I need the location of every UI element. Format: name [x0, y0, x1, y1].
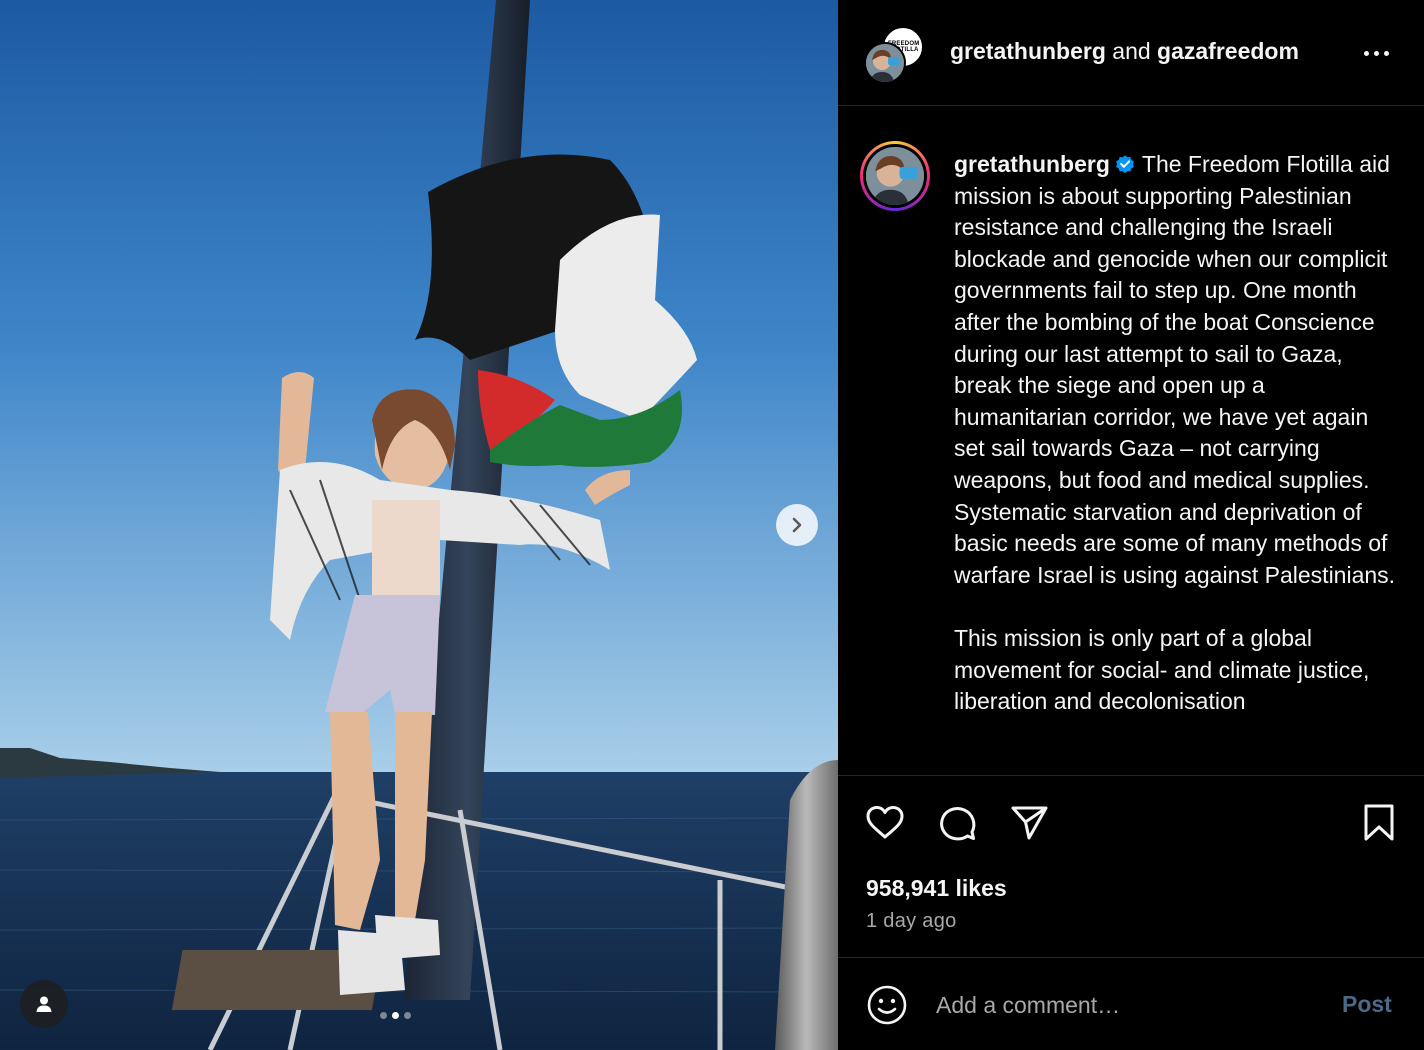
ellipsis-icon [1363, 50, 1369, 56]
chevron-right-icon [792, 517, 802, 533]
comment-button[interactable] [936, 802, 978, 844]
gretathunberg-avatar[interactable] [864, 42, 906, 84]
caption-paragraph-1: The Freedom Flotilla aid mission is abou… [954, 151, 1396, 588]
post-sidebar: FREEDOM FLOTILLA gretathunberg and gazaf… [838, 0, 1424, 1050]
ellipsis-dot [1383, 50, 1389, 56]
like-button[interactable] [864, 802, 906, 844]
more-options-button[interactable] [1358, 38, 1394, 68]
speech-bubble-icon [940, 807, 976, 841]
emoji-button[interactable] [866, 984, 908, 1026]
tagged-users-button[interactable] [20, 980, 68, 1028]
heart-icon [866, 806, 904, 839]
smiley-icon [867, 985, 907, 1025]
post-header: FREEDOM FLOTILLA gretathunberg and gazaf… [838, 0, 1424, 106]
carousel-dot [404, 1012, 411, 1019]
bookmark-icon [1364, 804, 1394, 841]
author-link[interactable]: gretathunberg [950, 38, 1106, 64]
caption-avatar[interactable] [860, 141, 930, 211]
collaborator-link[interactable]: gazafreedom [1157, 38, 1299, 64]
post-timestamp[interactable]: 1 day ago [866, 910, 957, 933]
carousel-indicator [380, 1012, 411, 1019]
like-count[interactable]: 958,941 likes [866, 875, 1007, 902]
next-slide-button[interactable] [776, 504, 818, 546]
carousel-dot [380, 1012, 387, 1019]
caption-section[interactable]: gretathunberg The Freedom Flotilla aid m… [838, 107, 1424, 775]
avatar-photo [866, 147, 924, 205]
post-media [0, 0, 838, 1050]
caption-paragraph-2: This mission is only part of a global mo… [954, 624, 1370, 715]
collab-avatars[interactable]: FREEDOM FLOTILLA [864, 26, 924, 84]
authors-conjunction: and [1112, 38, 1151, 64]
avatar-photo [866, 44, 904, 82]
carousel-dot-active [392, 1012, 399, 1019]
comment-input[interactable] [936, 988, 1316, 1022]
paper-plane-icon [1011, 806, 1048, 840]
post-authors: gretathunberg and gazafreedom [950, 38, 1299, 65]
comment-composer: Post [838, 957, 1424, 1050]
post-actions: 958,941 likes 1 day ago [838, 775, 1424, 957]
save-button[interactable] [1358, 802, 1400, 844]
verified-badge-icon [1115, 155, 1134, 174]
share-button[interactable] [1008, 802, 1050, 844]
ellipsis-dot [1373, 50, 1379, 56]
caption-text: gretathunberg The Freedom Flotilla aid m… [954, 149, 1404, 718]
caption-username[interactable]: gretathunberg [954, 151, 1110, 177]
post-comment-button[interactable]: Post [1342, 991, 1392, 1018]
user-tag-icon [36, 996, 52, 1012]
post-photo [0, 0, 838, 1050]
